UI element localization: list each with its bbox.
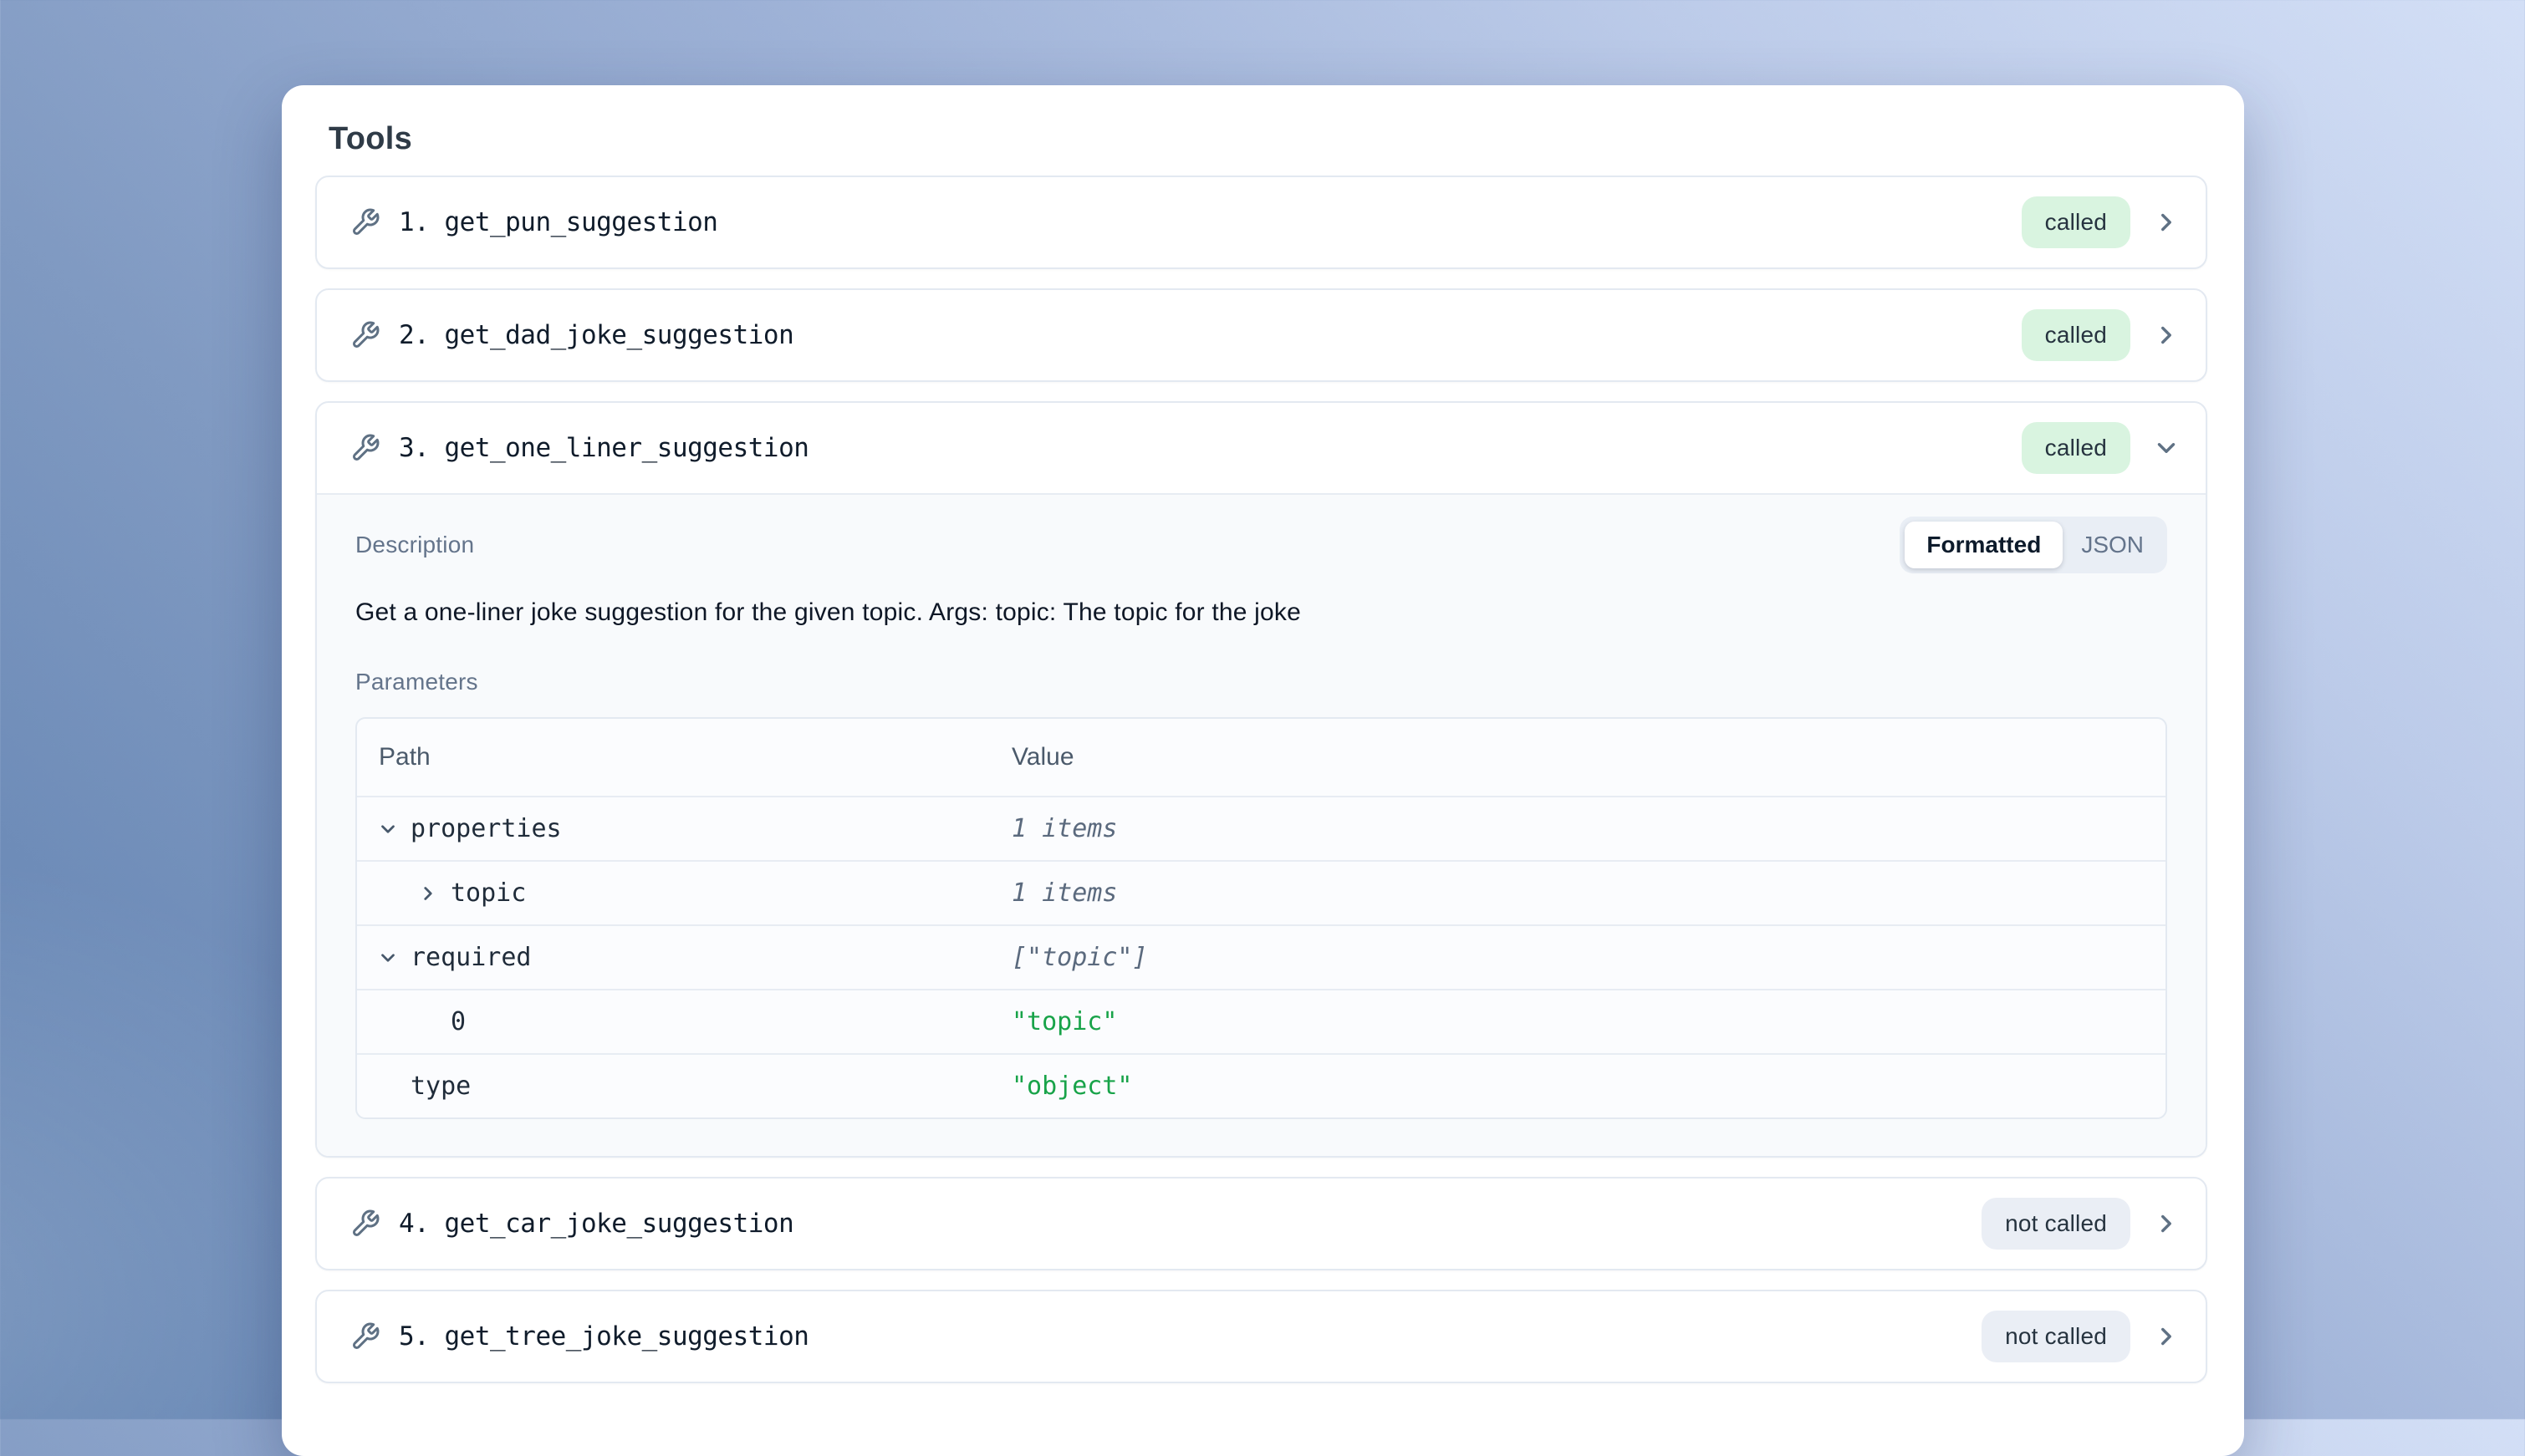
chevron-right-icon[interactable]	[2152, 208, 2181, 237]
status-badge: called	[2022, 309, 2130, 361]
chevron-right-icon[interactable]	[2152, 1322, 2181, 1351]
chevron-down-icon[interactable]	[377, 818, 399, 840]
table-header: Path Value	[357, 719, 2165, 796]
tool-name: 3. get_one_liner_suggestion	[399, 433, 809, 463]
tool-name: 5. get_tree_joke_suggestion	[399, 1321, 809, 1352]
wrench-icon	[350, 207, 380, 237]
column-value: Value	[1012, 743, 2165, 771]
table-row-properties[interactable]: properties 1 items	[357, 796, 2165, 860]
path-text: type	[411, 1072, 471, 1101]
chevron-right-icon[interactable]	[2152, 1209, 2181, 1238]
value-text: "object"	[1012, 1072, 2165, 1101]
status-badge: not called	[1982, 1311, 2130, 1362]
tool-list: 1. get_pun_suggestion called 2. get_dad_…	[315, 176, 2207, 1383]
path-text: 0	[451, 1007, 466, 1036]
table-row-required[interactable]: required ["topic"]	[357, 924, 2165, 989]
chevron-right-icon[interactable]	[2152, 321, 2181, 349]
value-text: "topic"	[1012, 1007, 2165, 1036]
status-badge: not called	[1982, 1198, 2130, 1250]
tool-detail: Description Formatted JSON Get a one-lin…	[317, 493, 2206, 1156]
toggle-json[interactable]: JSON	[2063, 522, 2162, 568]
table-row-0[interactable]: 0 "topic"	[357, 989, 2165, 1053]
wrench-icon	[350, 1209, 380, 1239]
value-text: 1 items	[1012, 814, 2165, 843]
page-title: Tools	[315, 114, 2207, 164]
value-text: ["topic"]	[1012, 943, 2165, 972]
tools-panel: Tools 1. get_pun_suggestion called 2. ge…	[282, 85, 2244, 1456]
value-text: 1 items	[1012, 878, 2165, 908]
tool-row[interactable]: 2. get_dad_joke_suggestion called	[317, 290, 2206, 380]
table-row-type[interactable]: type "object"	[357, 1053, 2165, 1117]
tool-card-get_one_liner_suggestion: 3. get_one_liner_suggestion called Descr…	[315, 401, 2207, 1158]
tool-name: 2. get_dad_joke_suggestion	[399, 320, 793, 350]
table-row-topic[interactable]: topic 1 items	[357, 860, 2165, 924]
path-text: properties	[411, 814, 562, 843]
tool-card-get_tree_joke_suggestion: 5. get_tree_joke_suggestion not called	[315, 1290, 2207, 1383]
parameters-label: Parameters	[355, 669, 2167, 695]
status-badge: called	[2022, 422, 2130, 474]
format-toggle: Formatted JSON	[1900, 517, 2167, 573]
tool-row[interactable]: 5. get_tree_joke_suggestion not called	[317, 1291, 2206, 1382]
path-text: required	[411, 943, 532, 972]
tool-card-get_dad_joke_suggestion: 2. get_dad_joke_suggestion called	[315, 288, 2207, 382]
parameters-table: Path Value properties 1 items top	[355, 717, 2167, 1119]
status-badge: called	[2022, 196, 2130, 248]
wrench-icon	[350, 1321, 380, 1352]
tool-name: 1. get_pun_suggestion	[399, 207, 717, 237]
description-text: Get a one-liner joke suggestion for the …	[355, 597, 2167, 629]
column-path: Path	[357, 743, 1012, 771]
chevron-right-icon[interactable]	[417, 883, 439, 904]
path-text: topic	[451, 878, 526, 908]
tool-card-get_pun_suggestion: 1. get_pun_suggestion called	[315, 176, 2207, 269]
wrench-icon	[350, 320, 380, 350]
description-label: Description	[355, 532, 474, 558]
tool-card-get_car_joke_suggestion: 4. get_car_joke_suggestion not called	[315, 1177, 2207, 1270]
tool-row[interactable]: 3. get_one_liner_suggestion called	[317, 403, 2206, 493]
wrench-icon	[350, 433, 380, 463]
tool-row[interactable]: 4. get_car_joke_suggestion not called	[317, 1179, 2206, 1269]
tool-row[interactable]: 1. get_pun_suggestion called	[317, 177, 2206, 267]
chevron-down-icon[interactable]	[377, 947, 399, 969]
chevron-down-icon[interactable]	[2152, 434, 2181, 462]
tool-name: 4. get_car_joke_suggestion	[399, 1209, 793, 1239]
toggle-formatted[interactable]: Formatted	[1905, 522, 2063, 568]
